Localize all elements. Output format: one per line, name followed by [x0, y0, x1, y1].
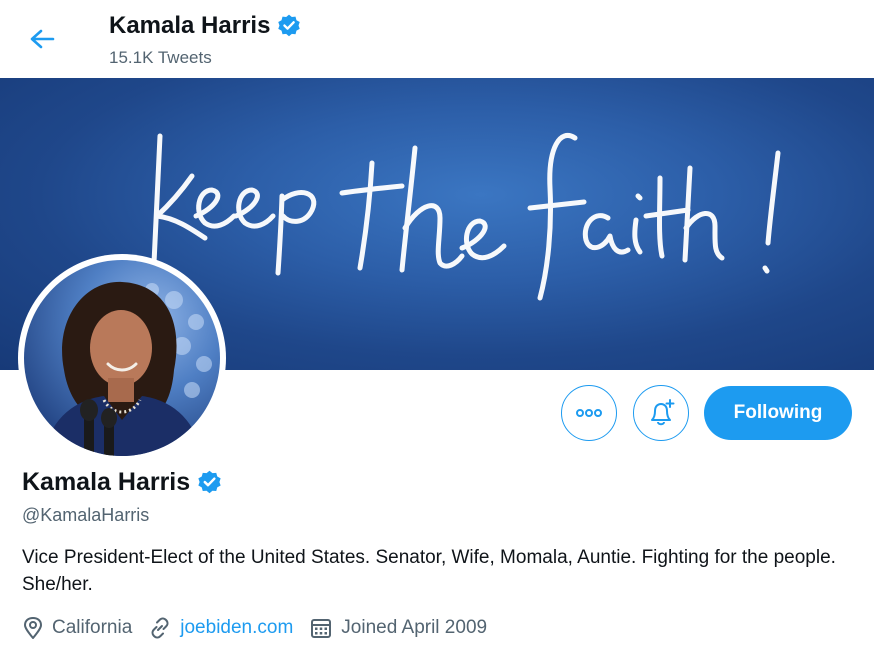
joined-item: Joined April 2009	[309, 616, 487, 640]
profile-meta: California joebiden.com Joined April 200…	[22, 614, 503, 642]
joined-text: Joined April 2009	[341, 617, 488, 638]
profile-bio: Vice President-Elect of the United State…	[22, 547, 836, 595]
verified-badge-icon	[198, 470, 221, 494]
profile-handle: @KamalaHarris	[22, 505, 150, 525]
location-text: California	[52, 617, 133, 638]
header-name-text: Kamala Harris	[109, 12, 271, 39]
website-item[interactable]: joebiden.com	[148, 616, 293, 640]
header-name: Kamala Harris	[109, 12, 302, 40]
notifications-button[interactable]	[633, 385, 689, 441]
following-button[interactable]: Following	[704, 386, 852, 440]
tweet-count: 15.1K Tweets	[109, 48, 212, 67]
profile-name-text: Kamala Harris	[22, 468, 191, 496]
more-options-icon	[576, 409, 602, 417]
back-button[interactable]	[22, 22, 62, 56]
link-icon	[151, 617, 169, 639]
website-link[interactable]: joebiden.com	[180, 617, 293, 639]
avatar-photo	[24, 260, 220, 456]
avatar-portrait-graphic	[24, 260, 220, 456]
calendar-icon	[311, 619, 332, 638]
back-arrow-icon	[30, 29, 55, 49]
profile-header-bar: Kamala Harris 15.1K Tweets	[0, 0, 880, 78]
verified-badge-icon	[278, 14, 301, 37]
bell-plus-icon	[651, 399, 675, 426]
profile-avatar[interactable]	[18, 254, 226, 462]
location-pin-icon	[24, 617, 42, 639]
profile-name: Kamala Harris	[22, 468, 223, 497]
more-options-button[interactable]	[561, 385, 617, 441]
location-item: California	[22, 616, 132, 640]
